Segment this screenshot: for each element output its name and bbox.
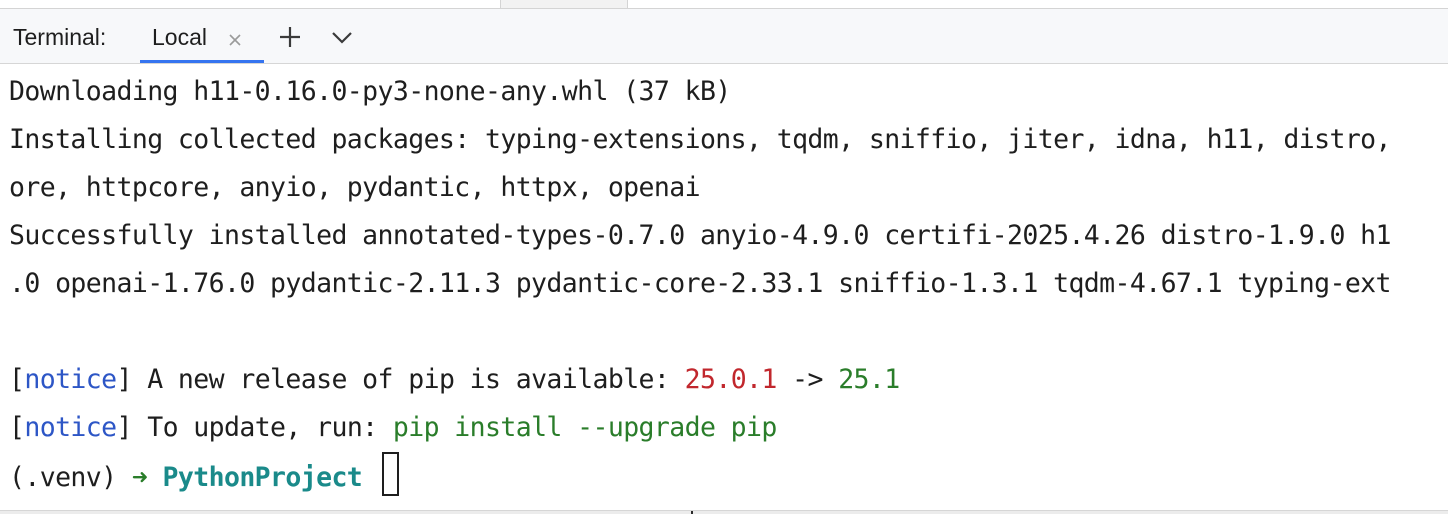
terminal-output[interactable]: Downloading h11-0.16.0-py3-none-any.whl … bbox=[0, 64, 1448, 510]
bottom-border bbox=[0, 510, 1448, 514]
text-cursor[interactable] bbox=[381, 452, 399, 496]
prompt-line[interactable]: (.venv) ➜ PythonProject bbox=[9, 452, 399, 500]
output-line: Installing collected packages: typing-ex… bbox=[9, 124, 1392, 155]
editor-tab-stub[interactable] bbox=[500, 0, 628, 8]
notice-line-release: [notice] A new release of pip is availab… bbox=[9, 356, 900, 404]
bracket-close: ] bbox=[116, 412, 133, 443]
old-version: 25.0.1 bbox=[684, 364, 778, 395]
tab-label: Local bbox=[152, 24, 207, 50]
ide-window: Terminal: Local Downloading h11-0.16.0-p… bbox=[0, 0, 1448, 514]
notice-text: To update, run: bbox=[131, 412, 393, 443]
upgrade-command: pip install --upgrade pip bbox=[392, 412, 777, 443]
bracket-close: ] bbox=[116, 364, 133, 395]
notice-line-update: [notice] To update, run: pip install --u… bbox=[9, 404, 777, 452]
venv-indicator: (.venv) bbox=[9, 462, 132, 493]
notice-text: A new release of pip is available: bbox=[131, 364, 685, 395]
prompt-directory: PythonProject bbox=[147, 462, 378, 493]
output-line: Downloading h11-0.16.0-py3-none-any.whl … bbox=[9, 76, 731, 107]
close-icon[interactable] bbox=[226, 28, 244, 46]
new-version: 25.1 bbox=[838, 364, 900, 395]
editor-tab-strip bbox=[0, 0, 1448, 9]
output-line: .0 openai-1.76.0 pydantic-2.11.3 pydanti… bbox=[9, 268, 1392, 299]
output-line: ore, httpcore, anyio, pydantic, httpx, o… bbox=[9, 172, 701, 203]
prompt-arrow-icon: ➜ bbox=[131, 462, 148, 493]
output-line: Successfully installed annotated-types-0… bbox=[9, 220, 1392, 251]
terminal-title: Terminal: bbox=[13, 24, 107, 50]
version-arrow: -> bbox=[776, 364, 839, 395]
terminal-toolwindow-header: Terminal: Local bbox=[0, 9, 1448, 64]
notice-tag: notice bbox=[24, 412, 117, 443]
bracket-open: [ bbox=[9, 412, 25, 443]
bracket-open: [ bbox=[9, 364, 25, 395]
plus-icon[interactable] bbox=[276, 23, 304, 51]
tab-local[interactable]: Local bbox=[140, 9, 264, 63]
chevron-down-icon[interactable] bbox=[328, 23, 356, 51]
notice-tag: notice bbox=[24, 364, 117, 395]
